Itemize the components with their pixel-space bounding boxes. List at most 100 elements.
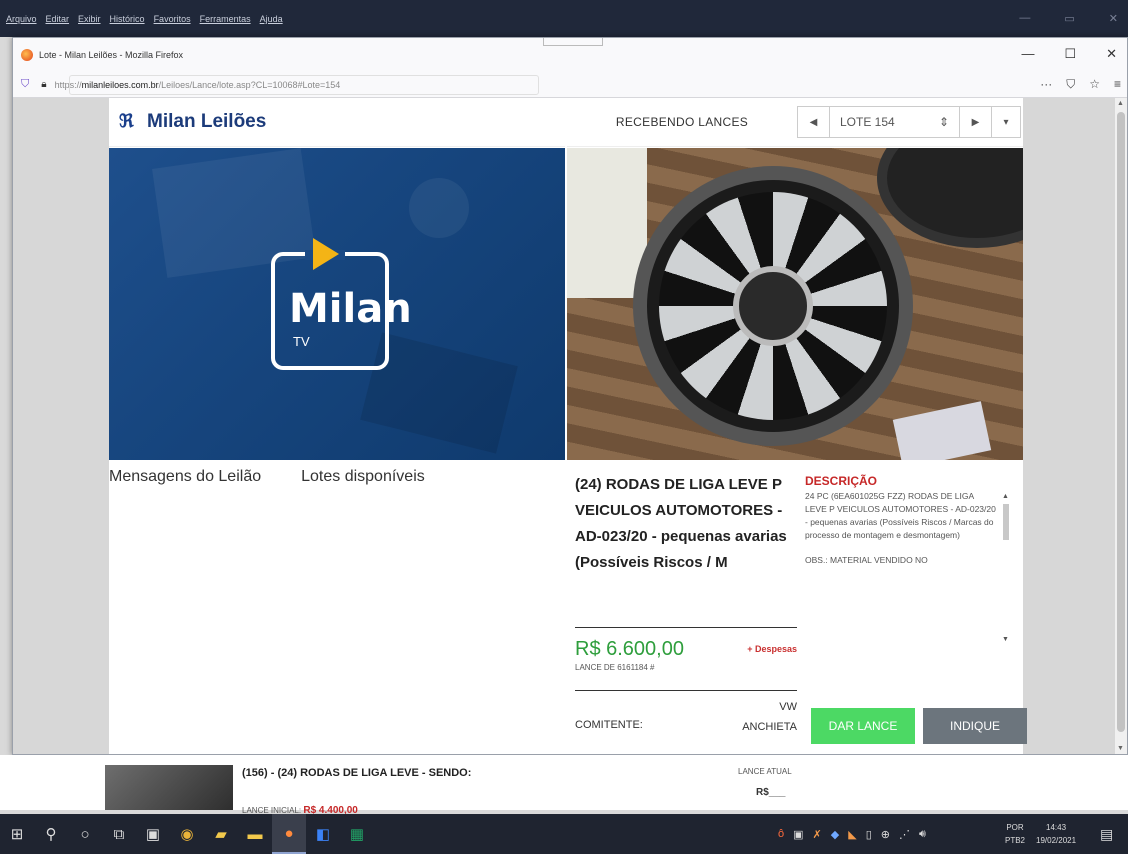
- lot-photo[interactable]: [567, 148, 1023, 460]
- background-menu-list: Arquivo Editar Exibir Histórico Favorito…: [6, 14, 283, 24]
- minimize-button[interactable]: —: [1021, 46, 1034, 62]
- page-scroll-thumb[interactable]: [1117, 112, 1125, 732]
- lot-dropdown-button[interactable]: ▾: [992, 107, 1020, 137]
- hamburger-menu-icon[interactable]: ≡: [1114, 77, 1121, 92]
- milan-tv-video[interactable]: Milan TV: [109, 148, 565, 460]
- lot-controls: ◀ LOTE 154 ⇕ ▶ ▾: [797, 106, 1021, 138]
- scroll-up-icon[interactable]: ▲: [1002, 490, 1009, 503]
- search-icon[interactable]: ⚲: [34, 814, 68, 854]
- maximize-button[interactable]: ☐: [1064, 46, 1076, 62]
- description-title: DESCRIÇÃO: [805, 474, 878, 488]
- brand-name[interactable]: Milan Leilões: [147, 111, 266, 133]
- clock-time: 14:43: [1046, 823, 1067, 832]
- input-language[interactable]: POR PTB2: [1005, 821, 1025, 847]
- task-view-icon[interactable]: ⧉: [102, 814, 136, 854]
- window-controls: — ☐ ✕: [1021, 46, 1117, 62]
- firefox-taskbar-icon[interactable]: ●: [272, 814, 306, 854]
- bg-maximize-icon[interactable]: ▭: [1064, 12, 1074, 25]
- chrome-icon[interactable]: ◉: [170, 814, 204, 854]
- page-scrollbar[interactable]: ▲ ▼: [1115, 98, 1127, 754]
- auction-status: RECEBENDO LANCES: [615, 115, 749, 129]
- menu-historico[interactable]: Histórico: [110, 14, 145, 24]
- description-scroll-thumb[interactable]: [1003, 504, 1009, 540]
- milan-logo-icon[interactable]: ℜ: [119, 111, 141, 133]
- next-lot-thumbnail[interactable]: [105, 765, 233, 810]
- menu-exibir[interactable]: Exibir: [78, 14, 101, 24]
- taskbar-clock[interactable]: 14:43 19/02/2021: [1036, 821, 1076, 847]
- tray-adobe-icon[interactable]: ◣: [848, 828, 856, 841]
- lot-description: DESCRIÇÃO 24 PC (6EA601025G FZZ) RODAS D…: [805, 474, 1011, 646]
- previous-lot-button[interactable]: ◀: [798, 107, 830, 137]
- tray-document-icon[interactable]: ▯: [866, 828, 872, 841]
- lot-select[interactable]: LOTE 154 ⇕: [830, 107, 960, 137]
- tv-logo-sub: TV: [293, 334, 310, 349]
- lot-title: (24) RODAS DE LIGA LEVE P VEICULOS AUTOM…: [575, 472, 797, 628]
- background-window-controls: — ▭ ✕: [1019, 12, 1118, 25]
- bg-close-icon[interactable]: ✕: [1109, 12, 1118, 25]
- outlook-icon[interactable]: ◧: [306, 814, 340, 854]
- next-lot-strip[interactable]: (156) - (24) RODAS DE LIGA LEVE - SENDO:…: [0, 755, 1128, 816]
- background-app-menubar: Arquivo Editar Exibir Histórico Favorito…: [0, 0, 1128, 37]
- window-title: Lote - Milan Leilões - Mozilla Firefox: [39, 50, 184, 60]
- lance-atual-label: LANCE ATUAL: [738, 767, 792, 776]
- caret-down-icon: ▾: [1003, 116, 1009, 128]
- pocket-icon[interactable]: ⛉: [1066, 77, 1075, 92]
- tab-lotes-disponiveis[interactable]: Lotes disponíveis: [301, 468, 425, 486]
- scroll-up-icon[interactable]: ▲: [1117, 100, 1124, 107]
- file-explorer-folder-icon[interactable]: ▰: [204, 814, 238, 854]
- menu-editar[interactable]: Editar: [46, 14, 70, 24]
- play-icon: [313, 238, 339, 270]
- tray-app-icon[interactable]: ô: [778, 828, 784, 840]
- tray-security-icon[interactable]: ◆: [831, 828, 839, 841]
- clock-date: 19/02/2021: [1036, 836, 1077, 845]
- system-tray: ô ▣ ✗ ◆ ◣ ▯ ⊕ ⋰ 🔊︎: [778, 814, 926, 854]
- lot-navigation-bar: RECEBENDO LANCES ◀ LOTE 154 ⇕ ▶ ▾: [567, 98, 1023, 147]
- description-scrollbar[interactable]: ▲ ▼: [1001, 490, 1011, 646]
- store-bag-icon[interactable]: ▣: [136, 814, 170, 854]
- next-lot-title: (156) - (24) RODAS DE LIGA LEVE - SENDO:: [242, 767, 472, 779]
- bookmark-star-icon[interactable]: ☆: [1089, 77, 1100, 92]
- next-lot-button[interactable]: ▶: [960, 107, 992, 137]
- scroll-down-icon[interactable]: ▼: [1117, 745, 1124, 752]
- toolbar-buttons: ··· ⛉ ☆ ≡: [1040, 77, 1121, 92]
- tray-monitor-icon[interactable]: ▣: [793, 828, 803, 841]
- menu-favoritos[interactable]: Favoritos: [154, 14, 191, 24]
- bg-minimize-icon[interactable]: —: [1019, 12, 1030, 25]
- close-button[interactable]: ✕: [1106, 46, 1117, 62]
- lance-atual-value: R$___: [756, 787, 786, 798]
- menu-arquivo[interactable]: Arquivo: [6, 14, 37, 24]
- tray-volume-icon[interactable]: 🔊︎: [919, 828, 926, 841]
- comitente-label: COMITENTE:: [575, 719, 643, 731]
- price-row: R$ 6.600,00 + Despesas LANCE DE 6161184 …: [575, 638, 797, 684]
- left-tabs: Mensagens do Leilão Lotes disponíveis: [109, 468, 425, 486]
- notification-icon[interactable]: ▤: [1100, 826, 1113, 843]
- lance-de-text: LANCE DE 6161184 #: [575, 663, 655, 672]
- tracking-shield-icon[interactable]: ⛉: [21, 78, 29, 91]
- navigation-bar: ⛉ 🔒︎ https://milanleiloes.com.br/Leiloes…: [13, 72, 1127, 98]
- comitente-value-line-2: ANCHIETA: [742, 721, 797, 733]
- lock-icon[interactable]: 🔒︎: [41, 79, 46, 90]
- tab-stub: [543, 38, 603, 46]
- tray-network-icon[interactable]: ⊕: [881, 828, 890, 841]
- excel-icon[interactable]: ▦: [340, 814, 374, 854]
- cortana-circle-icon[interactable]: ○: [68, 814, 102, 854]
- app-window-icon[interactable]: ▬: [238, 814, 272, 854]
- tray-wifi-icon[interactable]: ⋰: [899, 828, 910, 841]
- scroll-down-icon[interactable]: ▼: [1002, 633, 1009, 646]
- alloy-wheel: [633, 166, 913, 446]
- lang-line-1: POR: [1006, 823, 1024, 832]
- dar-lance-button[interactable]: DAR LANCE: [811, 708, 915, 744]
- despesas-link[interactable]: + Despesas: [747, 644, 797, 654]
- tab-mensagens[interactable]: Mensagens do Leilão: [109, 468, 261, 486]
- site-header: ℜ Milan Leilões: [109, 98, 565, 147]
- start-windows-icon[interactable]: ⊞: [0, 814, 34, 854]
- menu-ferramentas[interactable]: Ferramentas: [200, 14, 251, 24]
- menu-ajuda[interactable]: Ajuda: [260, 14, 283, 24]
- tray-tools-icon[interactable]: ✗: [813, 828, 822, 841]
- comitente-value-line-1: VW: [779, 701, 797, 713]
- lang-line-2: PTB2: [1005, 836, 1026, 845]
- indique-button[interactable]: INDIQUE: [923, 708, 1027, 744]
- description-box[interactable]: 24 PC (6EA601025G FZZ) RODAS DE LIGA LEV…: [805, 490, 1011, 646]
- page-actions-icon[interactable]: ···: [1040, 77, 1052, 92]
- address-bar[interactable]: https://milanleiloes.com.br/Leiloes/Lanc…: [55, 80, 341, 90]
